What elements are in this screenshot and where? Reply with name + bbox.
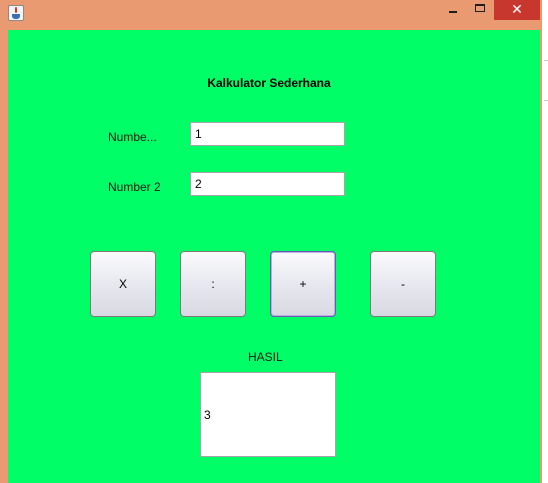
close-button[interactable]: ✕ <box>494 0 540 20</box>
subtract-button[interactable]: - <box>370 251 436 317</box>
result-label: HASIL <box>248 350 283 364</box>
number2-field[interactable]: 2 <box>190 172 345 196</box>
result-field[interactable]: 3 <box>200 372 336 457</box>
maximize-button[interactable] <box>466 0 494 20</box>
title-bar[interactable]: ✕ <box>0 0 542 26</box>
minimize-button[interactable] <box>440 0 466 20</box>
calculator-panel: Kalkulator Sederhana Numbe... 1 Number 2… <box>8 30 540 483</box>
minimize-icon <box>449 11 457 13</box>
number2-label: Number 2 <box>108 180 161 194</box>
page-title: Kalkulator Sederhana <box>207 76 331 90</box>
background-window-edge <box>542 0 548 483</box>
number1-label: Numbe... <box>108 130 157 144</box>
number1-field[interactable]: 1 <box>190 122 345 146</box>
java-cup-icon[interactable] <box>8 5 24 21</box>
maximize-icon <box>475 4 485 12</box>
result-value: 3 <box>204 408 211 422</box>
app-window: ✕ Kalkulator Sederhana Numbe... 1 Number… <box>0 0 542 483</box>
divide-button[interactable]: : <box>180 251 246 317</box>
multiply-button[interactable]: X <box>90 251 156 317</box>
close-icon: ✕ <box>511 2 523 18</box>
add-button[interactable]: + <box>270 251 336 317</box>
